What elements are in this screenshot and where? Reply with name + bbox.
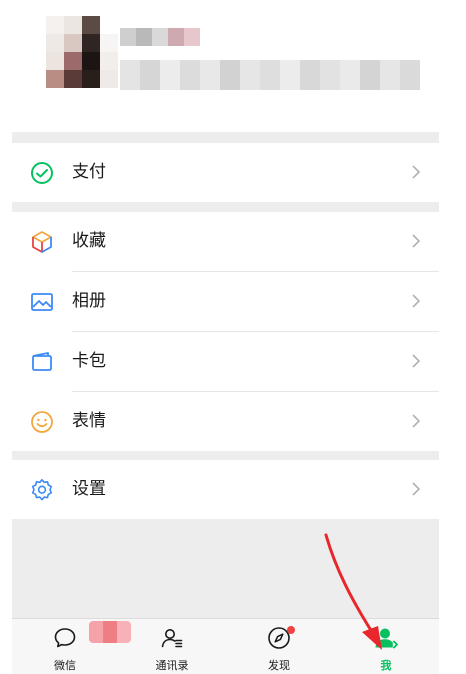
tab-label: 我 [380, 659, 392, 672]
menu-item-cards[interactable]: 卡包 [12, 332, 439, 391]
menu-item-stickers[interactable]: 表情 [12, 392, 439, 451]
settings-card: 设置 [12, 460, 439, 519]
menu-item-album[interactable]: 相册 [12, 272, 439, 331]
menu-item-label: 卡包 [72, 351, 106, 371]
person-icon [374, 626, 398, 650]
tab-label: 微信 [54, 659, 76, 672]
nickname-blurred [120, 28, 200, 46]
avatar[interactable] [46, 16, 118, 88]
unread-badge-blurred [89, 621, 131, 643]
menu-item-pay[interactable]: 支付 [12, 143, 439, 202]
tab-me[interactable]: 我 [346, 619, 426, 674]
chevron-right-icon [411, 293, 421, 309]
chevron-right-icon [411, 164, 421, 180]
pay-card: 支付 [12, 143, 439, 202]
chevron-right-icon [411, 481, 421, 497]
chat-bubble-icon [53, 626, 77, 650]
bottom-tab-bar: 微信 通讯录 发现 我 [12, 618, 439, 674]
menu-item-label: 支付 [72, 162, 106, 182]
me-screen: 支付 收藏 相册 卡包 表情 设置 微信 通讯录 发现 我 [12, 0, 439, 674]
menu-item-label: 设置 [72, 479, 106, 499]
menu-item-label: 相册 [72, 291, 106, 311]
contacts-icon [160, 626, 184, 650]
tab-chats[interactable]: 微信 [25, 619, 131, 674]
smiley-icon [30, 410, 54, 434]
menu-item-label: 收藏 [72, 231, 106, 251]
new-content-dot [287, 626, 295, 634]
cube-icon [30, 230, 54, 254]
tab-contacts[interactable]: 通讯录 [132, 619, 212, 674]
chevron-right-icon [411, 413, 421, 429]
card-wallet-icon [30, 350, 54, 374]
gear-icon [30, 478, 54, 502]
account-id-blurred [120, 60, 420, 90]
menu-item-label: 表情 [72, 411, 106, 431]
wallet-check-icon [30, 161, 54, 185]
main-menu-card: 收藏 相册 卡包 表情 [12, 212, 439, 451]
profile-header[interactable] [12, 0, 439, 132]
image-icon [30, 290, 54, 314]
tab-label: 发现 [268, 659, 290, 672]
tab-discover[interactable]: 发现 [239, 619, 319, 674]
chevron-right-icon [411, 233, 421, 249]
menu-item-favorites[interactable]: 收藏 [12, 212, 439, 271]
tab-label: 通讯录 [155, 659, 189, 672]
menu-item-settings[interactable]: 设置 [12, 460, 439, 519]
chevron-right-icon [411, 353, 421, 369]
